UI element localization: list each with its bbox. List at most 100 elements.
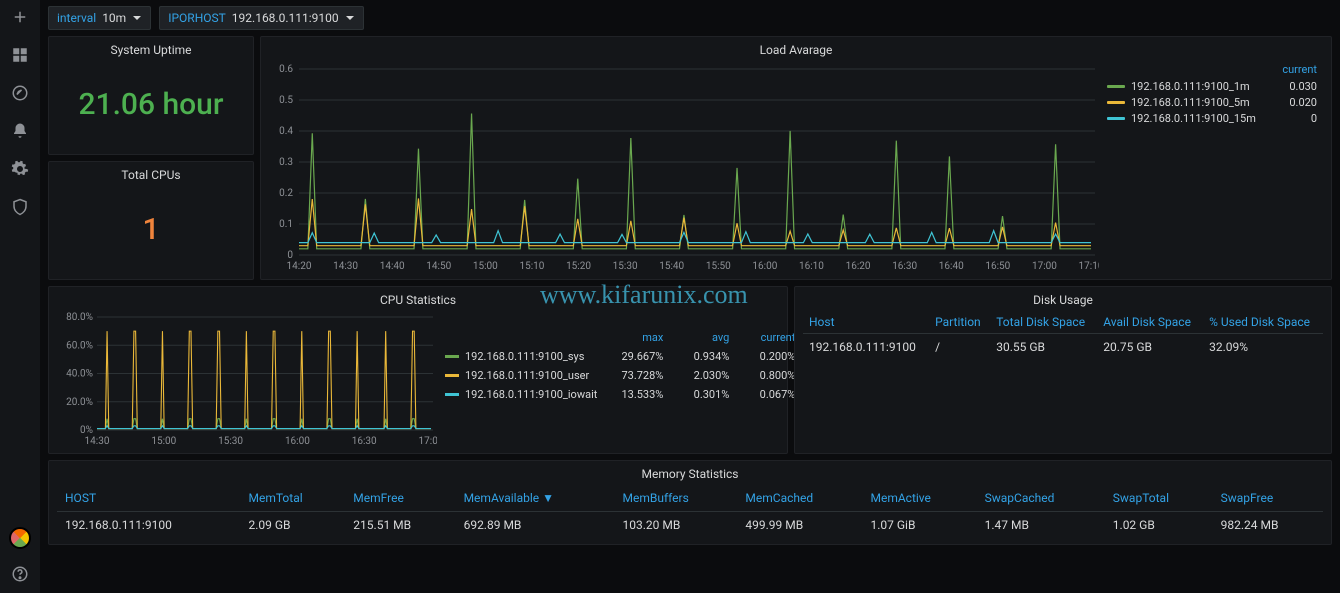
help-icon[interactable]: [11, 565, 29, 583]
table-header[interactable]: % Used Disk Space: [1203, 311, 1323, 334]
svg-text:16:00: 16:00: [285, 436, 310, 446]
disk-table: HostPartitionTotal Disk SpaceAvail Disk …: [803, 311, 1323, 360]
table-header[interactable]: Host: [803, 311, 929, 334]
legend-header: current: [1107, 63, 1317, 76]
legend-avg: 0.301%: [669, 388, 729, 401]
svg-text:17:00: 17:00: [419, 436, 437, 446]
panel-title: Total CPUs: [57, 168, 245, 182]
load-legend: current 192.168.0.111:9100_1m 0.030 192.…: [1099, 61, 1323, 271]
legend-swatch: [1107, 101, 1125, 104]
table-header[interactable]: Avail Disk Space: [1097, 311, 1203, 334]
svg-text:60.0%: 60.0%: [66, 340, 93, 351]
panel-title: Memory Statistics: [57, 467, 1323, 481]
legend-name: 192.168.0.111:9100_15m: [1131, 112, 1271, 125]
table-header[interactable]: HOST: [57, 485, 240, 512]
legend-swatch: [445, 393, 459, 396]
svg-text:80.0%: 80.0%: [66, 312, 93, 323]
shield-icon[interactable]: [11, 198, 29, 216]
svg-text:15:30: 15:30: [613, 261, 638, 271]
legend-name: 192.168.0.111:9100_5m: [1131, 96, 1271, 109]
svg-text:16:30: 16:30: [892, 261, 917, 271]
panel-cpu-statistics[interactable]: CPU Statistics 0%20.0%40.0%60.0%80.0%14:…: [48, 286, 788, 454]
table-header[interactable]: MemTotal: [240, 485, 345, 512]
svg-text:17:00: 17:00: [1032, 261, 1057, 271]
table-header[interactable]: Partition: [929, 311, 990, 334]
panel-load-average[interactable]: Load Avarage 00.10.20.30.40.50.614:2014:…: [260, 36, 1332, 280]
legend-value: 0.030: [1277, 80, 1317, 93]
dashboard-icon[interactable]: [11, 46, 29, 64]
legend-current: 0.067%: [735, 388, 795, 401]
legend-swatch: [445, 355, 459, 358]
svg-text:15:00: 15:00: [473, 261, 498, 271]
host-label: IPORHOST: [168, 11, 226, 25]
grafana-logo-icon[interactable]: [9, 527, 31, 549]
legend-swatch: [1107, 85, 1125, 88]
svg-text:0%: 0%: [80, 425, 93, 436]
table-header[interactable]: MemActive: [862, 485, 976, 512]
table-row[interactable]: 192.168.0.111:9100/30.55 GB20.75 GB32.09…: [803, 334, 1323, 361]
memory-table: HOSTMemTotalMemFreeMemAvailable ▼MemBuff…: [57, 485, 1323, 538]
interval-value: 10m: [102, 11, 126, 25]
panel-total-cpus[interactable]: Total CPUs 1: [48, 161, 254, 280]
variable-bar: interval 10m IPORHOST 192.168.0.111:9100: [48, 6, 1332, 30]
table-header[interactable]: MemCached: [737, 485, 862, 512]
legend-current: 0.800%: [735, 369, 795, 382]
panel-system-uptime[interactable]: System Uptime 21.06 hour: [48, 36, 254, 155]
svg-text:14:40: 14:40: [380, 261, 405, 271]
svg-text:15:10: 15:10: [519, 261, 544, 271]
legend-header: current: [735, 331, 795, 344]
svg-text:14:20: 14:20: [287, 261, 312, 271]
interval-picker[interactable]: interval 10m: [48, 6, 151, 30]
panel-title: System Uptime: [57, 43, 245, 57]
legend-name: 192.168.0.111:9100_1m: [1131, 80, 1271, 93]
cpus-value: 1: [142, 212, 159, 247]
svg-text:40.0%: 40.0%: [66, 369, 93, 380]
panel-title: Disk Usage: [803, 293, 1323, 307]
table-header[interactable]: MemBuffers: [615, 485, 738, 512]
svg-text:15:20: 15:20: [566, 261, 591, 271]
legend-name[interactable]: 192.168.0.111:9100_iowait: [465, 388, 597, 401]
host-picker[interactable]: IPORHOST 192.168.0.111:9100: [159, 6, 363, 30]
chevron-down-icon: [132, 13, 142, 23]
legend-current: 0.200%: [735, 350, 795, 363]
chevron-down-icon: [345, 13, 355, 23]
svg-text:16:20: 16:20: [846, 261, 871, 271]
plus-icon[interactable]: [11, 8, 29, 26]
table-header[interactable]: SwapCached: [977, 485, 1105, 512]
bell-icon[interactable]: [11, 122, 29, 140]
svg-text:14:50: 14:50: [426, 261, 451, 271]
load-chart: 00.10.20.30.40.50.614:2014:3014:4014:501…: [269, 61, 1099, 271]
legend-name[interactable]: 192.168.0.111:9100_user: [465, 369, 597, 382]
svg-text:0.5: 0.5: [279, 95, 293, 106]
legend-row[interactable]: 192.168.0.111:9100_1m 0.030: [1107, 80, 1317, 93]
table-header[interactable]: SwapTotal: [1105, 485, 1213, 512]
svg-text:0: 0: [287, 250, 293, 261]
svg-text:16:30: 16:30: [352, 436, 377, 446]
table-header[interactable]: Total Disk Space: [990, 311, 1097, 334]
table-header[interactable]: MemAvailable ▼: [456, 485, 615, 512]
table-header[interactable]: MemFree: [345, 485, 455, 512]
legend-value: 0.020: [1277, 96, 1317, 109]
legend-max: 13.533%: [603, 388, 663, 401]
panel-title: CPU Statistics: [57, 293, 779, 307]
left-sidebar: [0, 0, 40, 593]
cpu-legend: maxavgcurrent 192.168.0.111:9100_sys 29.…: [437, 311, 779, 446]
svg-text:0.6: 0.6: [279, 64, 293, 75]
legend-row[interactable]: 192.168.0.111:9100_15m 0: [1107, 112, 1317, 125]
panel-disk-usage[interactable]: Disk Usage HostPartitionTotal Disk Space…: [794, 286, 1332, 454]
svg-text:17:10: 17:10: [1079, 261, 1099, 271]
legend-row[interactable]: 192.168.0.111:9100_5m 0.020: [1107, 96, 1317, 109]
svg-text:15:50: 15:50: [706, 261, 731, 271]
explore-icon[interactable]: [11, 84, 29, 102]
panel-memory-statistics[interactable]: Memory Statistics HOSTMemTotalMemFreeMem…: [48, 460, 1332, 545]
table-row[interactable]: 192.168.0.111:91002.09 GB215.51 MB692.89…: [57, 512, 1323, 539]
legend-name[interactable]: 192.168.0.111:9100_sys: [465, 350, 597, 363]
svg-text:16:10: 16:10: [799, 261, 824, 271]
svg-text:15:40: 15:40: [659, 261, 684, 271]
svg-text:0.3: 0.3: [279, 157, 293, 168]
svg-text:0.4: 0.4: [279, 126, 293, 137]
table-header[interactable]: SwapFree: [1213, 485, 1323, 512]
legend-max: 29.667%: [603, 350, 663, 363]
interval-label: interval: [57, 11, 96, 25]
gear-icon[interactable]: [11, 160, 29, 178]
